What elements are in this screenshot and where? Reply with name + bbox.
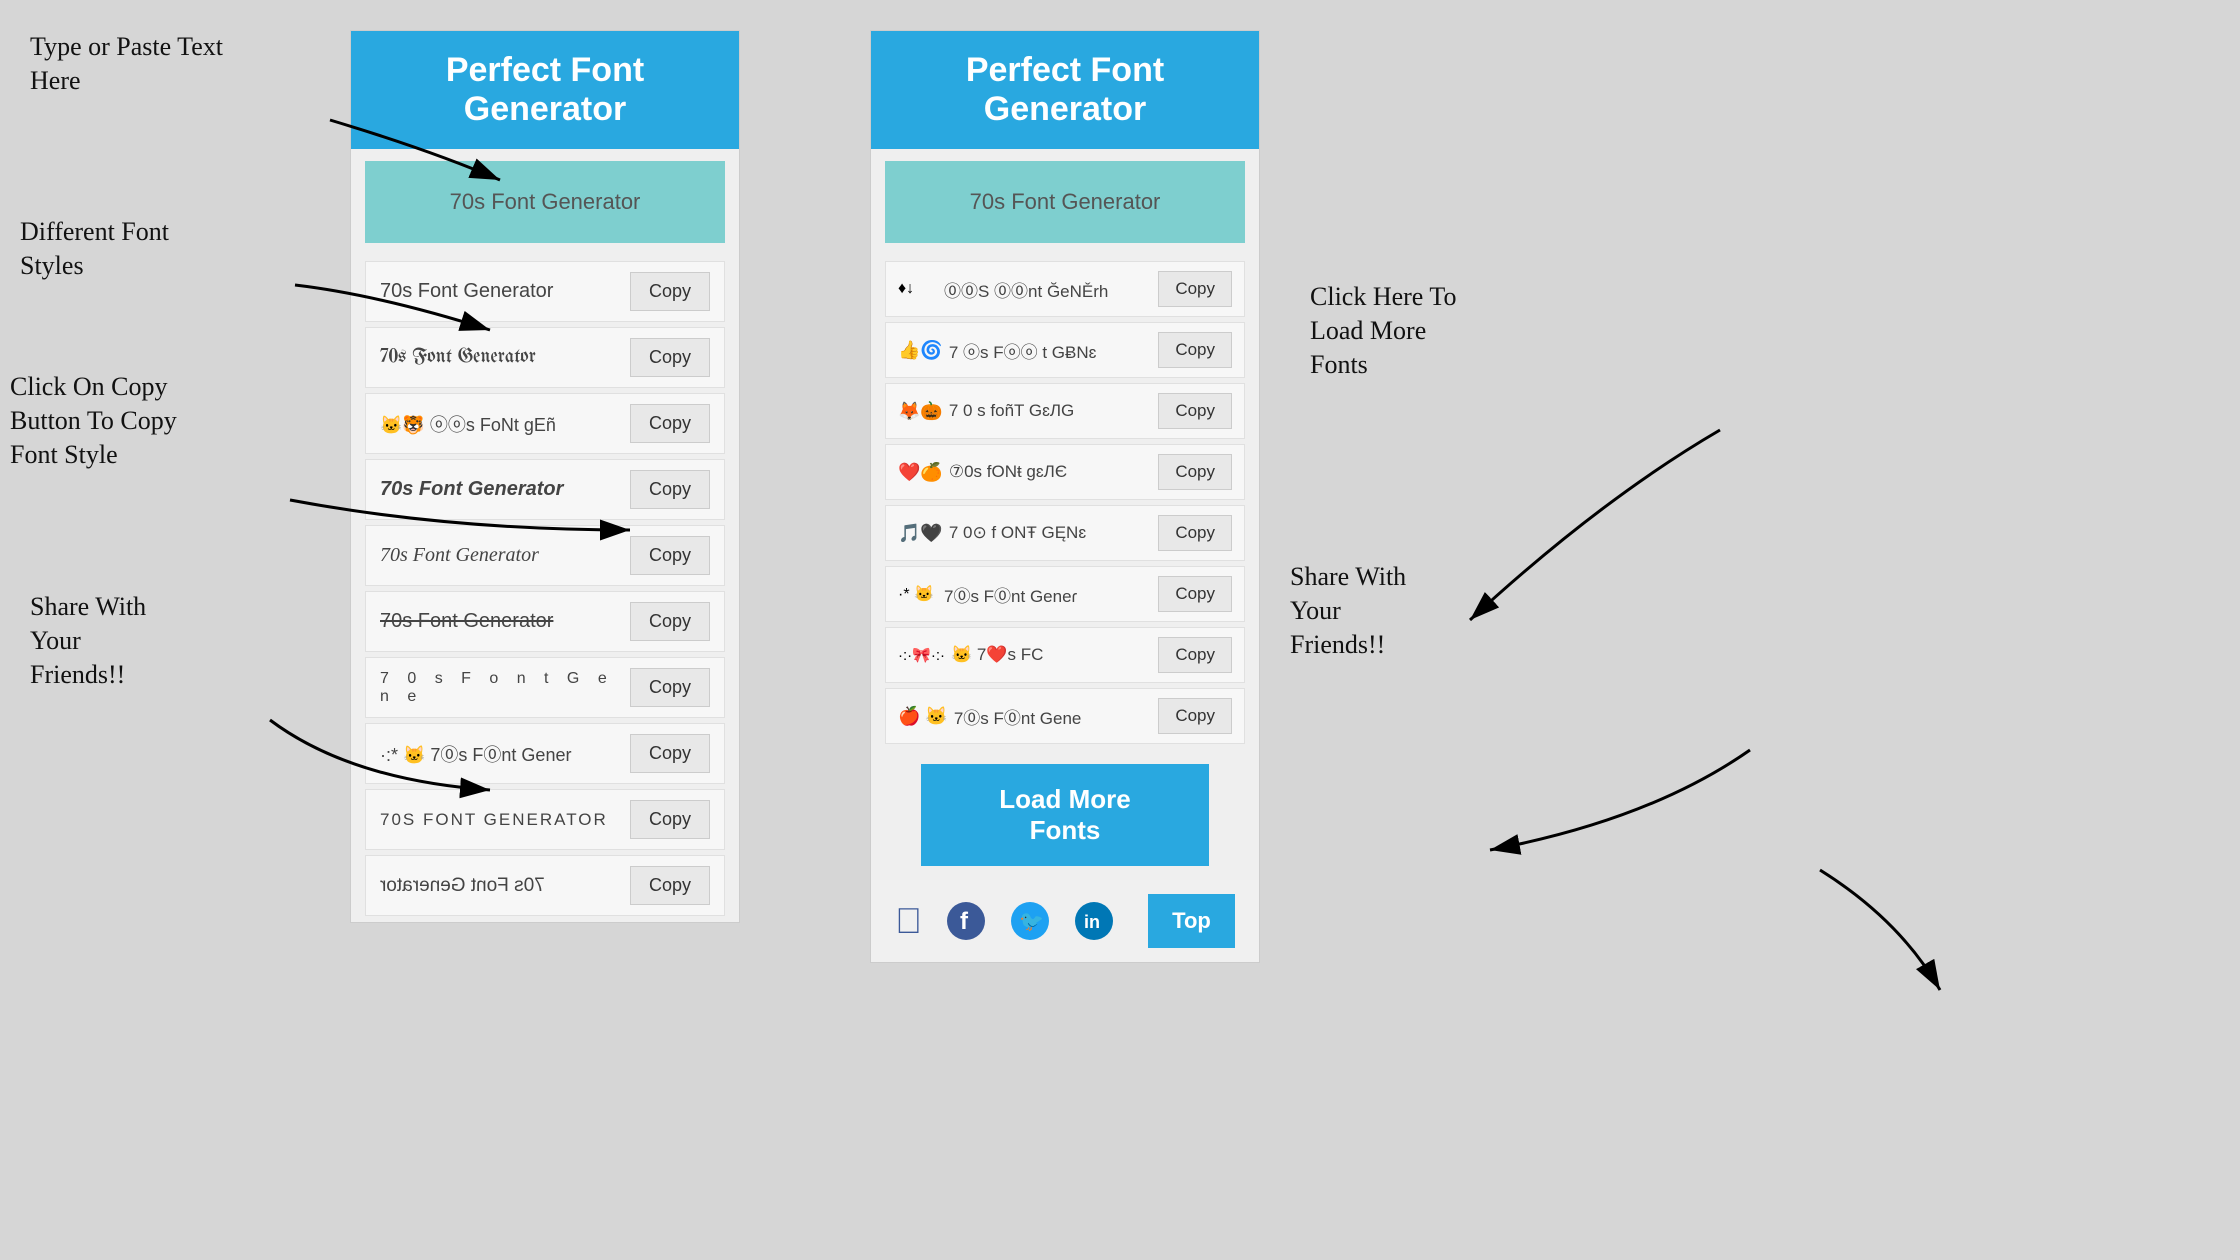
annotation-type-paste: Type or Paste Text Here bbox=[30, 30, 223, 98]
table-row: 70s Font Generator Copy bbox=[365, 261, 725, 322]
copy-button[interactable]: Copy bbox=[1158, 393, 1232, 429]
font-text: 70s Font Generator bbox=[380, 610, 622, 633]
table-row: 7 0 s F o n t G e n e Copy bbox=[365, 657, 725, 718]
svg-text:🐦: 🐦 bbox=[1019, 911, 1044, 933]
load-more-area: Load More Fonts bbox=[871, 750, 1259, 880]
right-input-area bbox=[871, 149, 1259, 255]
font-text: 70s Font Generator bbox=[380, 544, 622, 567]
svg-text:f: f bbox=[960, 908, 969, 935]
copy-button[interactable]: Copy bbox=[1158, 576, 1232, 612]
font-text: 7⓪s F⓪nt Gene bbox=[954, 704, 1152, 729]
annotation-click-copy: Click On Copy Button To Copy Font Style bbox=[10, 370, 177, 471]
font-text: 70s Font Generator bbox=[380, 875, 622, 897]
copy-button[interactable]: Copy bbox=[630, 338, 710, 377]
twitter-icon[interactable]: 🐦 bbox=[1010, 901, 1050, 941]
font-text: 🐱🐯 ⓞⓞs FoNt gEñ bbox=[380, 411, 622, 437]
load-more-button[interactable]: Load More Fonts bbox=[921, 764, 1209, 866]
share-bar:  f 🐦 in Top bbox=[871, 880, 1259, 962]
annotation-diff-styles: Different Font Styles bbox=[20, 215, 169, 283]
copy-button[interactable]: Copy bbox=[630, 470, 710, 509]
linkedin-icon[interactable]: in bbox=[1074, 901, 1114, 941]
copy-button[interactable]: Copy bbox=[630, 602, 710, 641]
table-row: ·* 🐱 7⓪s F⓪nt Geneɾ Copy bbox=[885, 566, 1245, 622]
right-panel-header: Perfect Font Generator bbox=[871, 31, 1259, 149]
font-text: ⓪⓪S ⓪⓪nt ĞeNĚrh bbox=[944, 277, 1152, 302]
annotation-share-left: Share With Your Friends!! bbox=[30, 590, 146, 691]
font-text: 7 0 s foñT GɛЛG bbox=[949, 401, 1152, 421]
left-font-list: 70s Font Generator Copy 70s Font Generat… bbox=[351, 255, 739, 922]
copy-button[interactable]: Copy bbox=[1158, 515, 1232, 551]
facebook-icon[interactable]: f bbox=[946, 901, 986, 941]
copy-button[interactable]: Copy bbox=[630, 800, 710, 839]
annotation-click-load: Click Here To Load More Fonts bbox=[1310, 280, 1456, 381]
left-text-input[interactable] bbox=[365, 161, 725, 243]
font-text: 70S FONT GENERATOR bbox=[380, 810, 622, 830]
font-text: 70s Font Generator bbox=[380, 478, 622, 501]
font-text: 7⓪s F⓪nt Geneɾ bbox=[944, 582, 1152, 607]
emoji-icon: ❤️🍊 bbox=[898, 462, 943, 483]
table-row: 🐱🐯 ⓞⓞs FoNt gEñ Copy bbox=[365, 393, 725, 454]
emoji-icon: 🦊🎃 bbox=[898, 401, 943, 422]
copy-button[interactable]: Copy bbox=[1158, 637, 1232, 673]
font-text: 70s Font Generator bbox=[380, 280, 622, 303]
left-font-panel: Perfect Font Generator 70s Font Generato… bbox=[350, 30, 740, 923]
left-input-area bbox=[351, 149, 739, 255]
copy-button[interactable]: Copy bbox=[630, 668, 710, 707]
emoji-icon: ·:·🎀·:· bbox=[898, 646, 945, 664]
copy-button[interactable]: Copy bbox=[630, 272, 710, 311]
table-row: 🦊🎃 7 0 s foñT GɛЛG Copy bbox=[885, 383, 1245, 439]
font-text: ·:* 🐱 7⓪s F⓪nt Gener bbox=[380, 741, 622, 767]
font-text: 7 0⊙ f ONŦ GĘNɛ bbox=[949, 523, 1152, 543]
left-panel-title: Perfect Font Generator bbox=[361, 51, 729, 129]
font-text: 7 0 s F o n t G e n e bbox=[380, 670, 622, 706]
table-row: ❤️🍊 ⑦0s fONŧ gɛЛЄ Copy bbox=[885, 444, 1245, 500]
table-row: 70s Font Generator Copy bbox=[365, 855, 725, 916]
right-font-panel: Perfect Font Generator ♦↓ ⓪⓪S ⓪⓪nt ĞeNĚr… bbox=[870, 30, 1260, 963]
table-row: 70S FONT GENERATOR Copy bbox=[365, 789, 725, 850]
copy-button[interactable]: Copy bbox=[630, 734, 710, 773]
emoji-icon: ♦↓ bbox=[898, 280, 938, 298]
copy-button[interactable]: Copy bbox=[1158, 271, 1232, 307]
copy-button[interactable]: Copy bbox=[1158, 698, 1232, 734]
table-row: 🎵🖤 7 0⊙ f ONŦ GĘNɛ Copy bbox=[885, 505, 1245, 561]
font-text: 🐱 7❤️s FC bbox=[951, 645, 1152, 665]
table-row: 70s Font Generator Copy bbox=[365, 591, 725, 652]
copy-button[interactable]: Copy bbox=[1158, 332, 1232, 368]
right-panel-title: Perfect Font Generator bbox=[881, 51, 1249, 129]
table-row: 70s Font Generator Copy bbox=[365, 459, 725, 520]
table-row: ♦↓ ⓪⓪S ⓪⓪nt ĞeNĚrh Copy bbox=[885, 261, 1245, 317]
emoji-icon: ·* 🐱 bbox=[898, 584, 938, 604]
font-text: 70s Font Generator bbox=[380, 347, 622, 368]
right-text-input[interactable] bbox=[885, 161, 1245, 243]
copy-button[interactable]: Copy bbox=[630, 404, 710, 443]
emoji-icon: 🍎 🐱 bbox=[898, 706, 948, 727]
table-row: 70s Font Generator Copy bbox=[365, 525, 725, 586]
copy-button[interactable]: Copy bbox=[630, 866, 710, 905]
copy-button[interactable]: Copy bbox=[630, 536, 710, 575]
table-row: 👍🌀 7 ⓞs Fⓞⓞ t GɃNɛ Copy bbox=[885, 322, 1245, 378]
left-panel-header: Perfect Font Generator bbox=[351, 31, 739, 149]
emoji-icon: 👍🌀 bbox=[898, 340, 943, 361]
font-text: ⑦0s fONŧ gɛЛЄ bbox=[949, 462, 1152, 482]
table-row: ·:* 🐱 7⓪s F⓪nt Gener Copy bbox=[365, 723, 725, 784]
top-button[interactable]: Top bbox=[1148, 894, 1235, 948]
table-row: 🍎 🐱 7⓪s F⓪nt Gene Copy bbox=[885, 688, 1245, 744]
copy-button[interactable]: Copy bbox=[1158, 454, 1232, 490]
font-text: 7 ⓞs Fⓞⓞ t GɃNɛ bbox=[949, 338, 1152, 363]
annotation-share-right: Share With Your Friends!! bbox=[1290, 560, 1406, 661]
facebook-icon[interactable]:  bbox=[895, 900, 922, 942]
right-font-list: ♦↓ ⓪⓪S ⓪⓪nt ĞeNĚrh Copy 👍🌀 7 ⓞs Fⓞⓞ t GɃ… bbox=[871, 255, 1259, 750]
emoji-icon: 🎵🖤 bbox=[898, 523, 943, 544]
table-row: 70s Font Generator Copy bbox=[365, 327, 725, 388]
table-row: ·:·🎀·:· 🐱 7❤️s FC Copy bbox=[885, 627, 1245, 683]
svg-text:in: in bbox=[1084, 912, 1100, 932]
